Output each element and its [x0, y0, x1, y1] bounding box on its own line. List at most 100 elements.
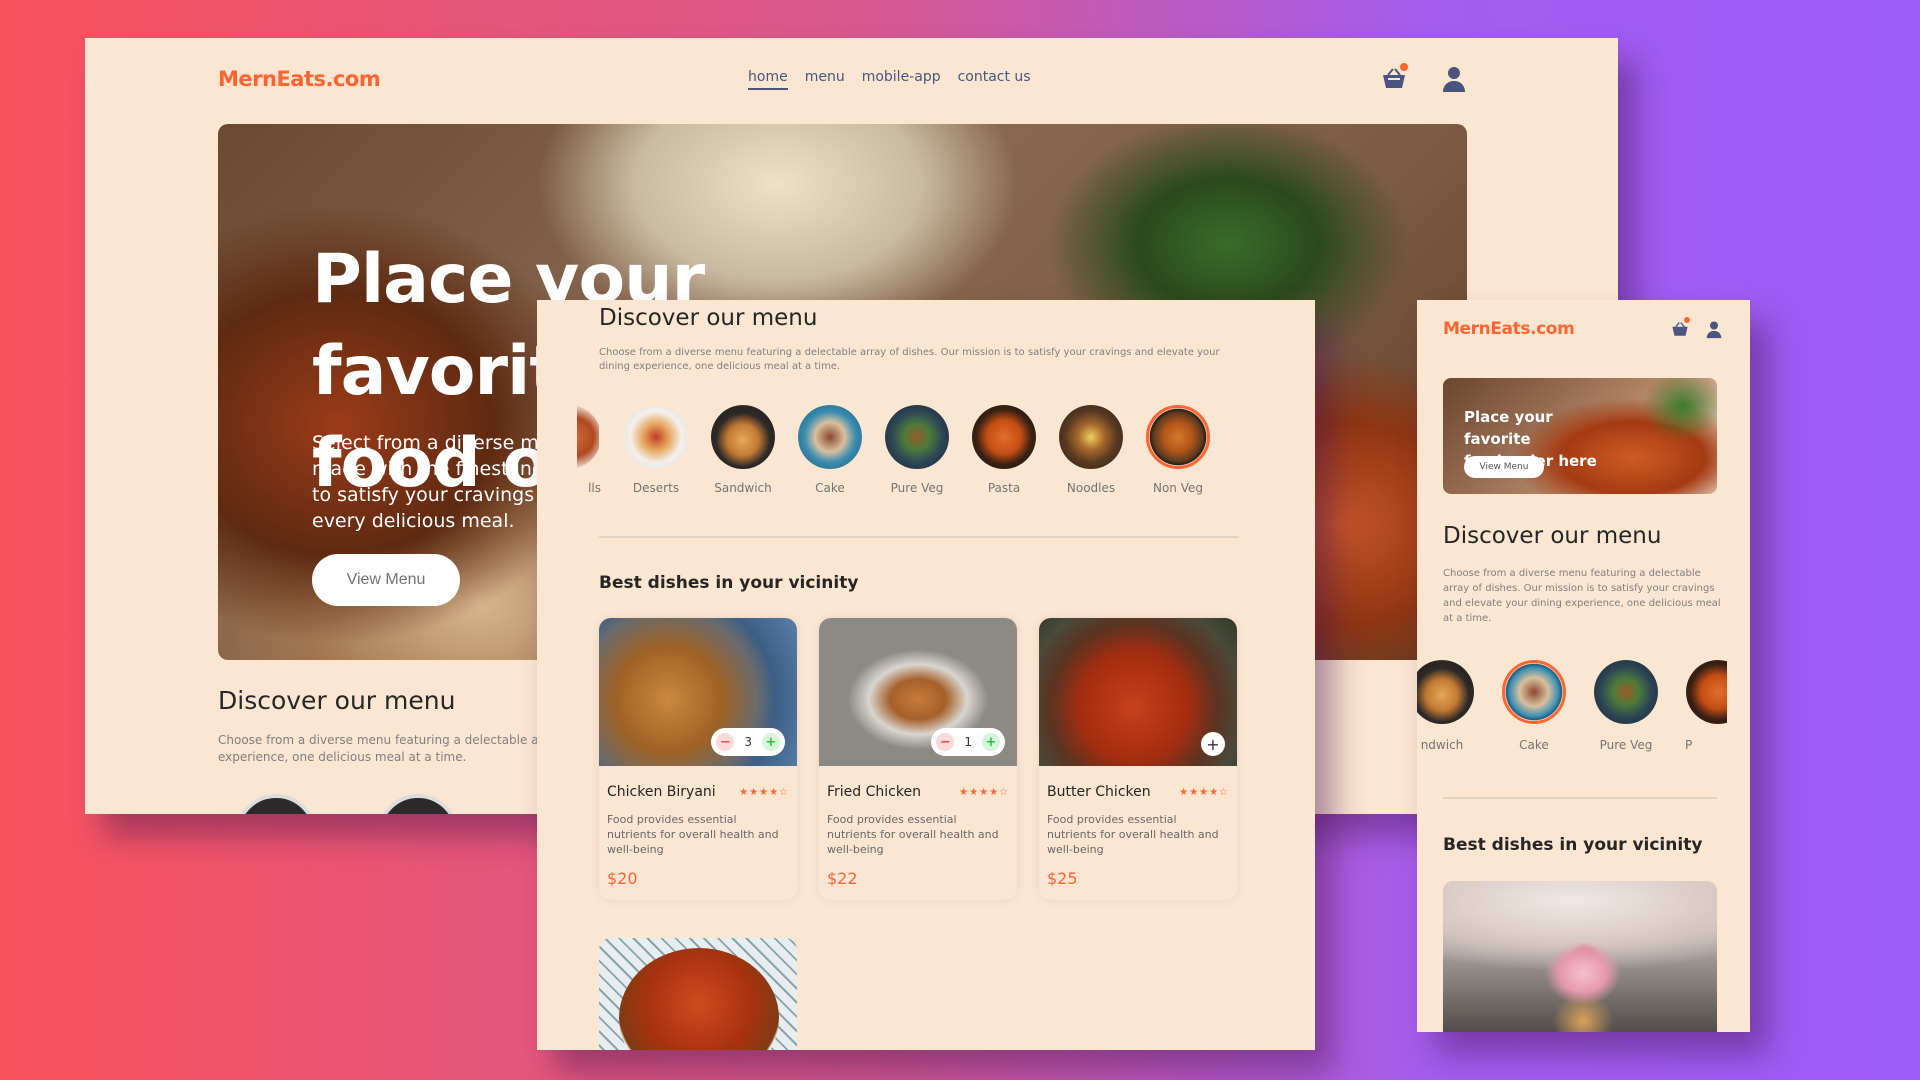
dish-list: − 3 + Chicken Biryani ★★★★☆ Food provide…	[599, 618, 1237, 900]
add-icon[interactable]: +	[1201, 732, 1225, 756]
menu-item-image	[798, 405, 862, 469]
user-icon[interactable]	[1440, 65, 1468, 93]
dish-name: Butter Chicken	[1047, 784, 1151, 800]
nav-link-mobile-app[interactable]: mobile-app	[862, 69, 941, 90]
dish-price: $22	[827, 869, 858, 888]
menu-item-image	[624, 405, 688, 469]
rating-stars-icon: ★★★★☆	[739, 786, 789, 798]
menu-item-non-veg[interactable]: Non Veg	[1146, 405, 1210, 505]
remove-icon[interactable]: −	[716, 733, 735, 751]
dish-card[interactable]: + Butter Chicken ★★★★☆ Food provides ess…	[1039, 618, 1237, 900]
menu-item-label: Sandwich	[714, 481, 772, 495]
divider	[1443, 797, 1717, 799]
menu-item-pure-veg[interactable]: Pure Veg	[1593, 660, 1659, 752]
site-logo[interactable]: MernEats.com	[1443, 319, 1575, 339]
menu-item-sandwich[interactable]: Sandwich	[711, 405, 775, 505]
nav-link-contact-us[interactable]: contact us	[958, 69, 1031, 90]
divider	[599, 536, 1239, 538]
menu-item-label: lls	[588, 481, 601, 495]
dish-card[interactable]	[599, 938, 797, 1050]
remove-icon[interactable]: −	[936, 733, 955, 751]
best-dishes-heading: Best dishes in your vicinity	[1443, 835, 1703, 855]
menu-item-image	[577, 405, 601, 469]
menu-item-cake[interactable]: Cake	[1501, 660, 1567, 752]
add-icon[interactable]: +	[762, 733, 780, 751]
dish-card[interactable]: − 3 + Chicken Biryani ★★★★☆ Food provide…	[599, 618, 797, 900]
menu-item-image	[711, 405, 775, 469]
cart-badge	[1684, 317, 1690, 323]
navbar: MernEats.com home menu mobile-app contac…	[218, 54, 1468, 104]
menu-item-label: P	[1685, 738, 1693, 752]
discover-text: Choose from a diverse menu featuring a d…	[1443, 568, 1721, 624]
nav-link-home[interactable]: home	[748, 69, 788, 90]
menu-item-pasta[interactable]: Pasta	[972, 405, 1036, 505]
menu-item-label: Cake	[1519, 738, 1549, 752]
dish-price: $20	[607, 869, 638, 888]
menu-item-label: Pure Veg	[890, 481, 944, 495]
dish-description: Food provides essential nutrients for ov…	[1047, 813, 1219, 856]
menu-item-rolls[interactable]: lls	[577, 405, 601, 505]
menu-item-label: Pasta	[987, 481, 1021, 495]
discover-text: Choose from a diverse menu featuring a d…	[599, 347, 1220, 372]
dish-description: Food provides essential nutrients for ov…	[607, 813, 779, 856]
cart-badge	[1400, 63, 1408, 71]
menu-list: lls Deserts Sandwich Cake Pure Veg Pasta	[577, 405, 1239, 505]
dish-image: − 1 +	[819, 618, 1017, 766]
rating-stars-icon: ★★★★☆	[959, 786, 1009, 798]
menu-item-label: ndwich	[1420, 738, 1464, 752]
menu-item-image	[1146, 405, 1210, 469]
view-menu-button[interactable]: View Menu	[312, 554, 460, 606]
best-dishes-heading: Best dishes in your vicinity	[599, 573, 859, 593]
hero-banner: Place your favorite food order here View…	[1443, 378, 1717, 494]
menu-item-pure-veg[interactable]: Pure Veg	[885, 405, 949, 505]
menu-item-pasta[interactable]: P	[1685, 660, 1727, 752]
menu-item-image	[1502, 660, 1566, 724]
menu-item-image	[1686, 660, 1727, 724]
dish-description: Food provides essential nutrients for ov…	[827, 813, 999, 856]
menu-item-image	[1059, 405, 1123, 469]
discover-heading: Discover our menu	[599, 305, 818, 331]
navbar: MernEats.com	[1443, 314, 1724, 344]
dish-card[interactable]: − 1 + Fried Chicken ★★★★☆ Food provides …	[819, 618, 1017, 900]
dish-name: Fried Chicken	[827, 784, 921, 800]
menu-item-sandwich[interactable]: ndwich	[1417, 660, 1475, 752]
menu-item-label: Cake	[815, 481, 845, 495]
menu-item-image[interactable]	[235, 794, 317, 814]
menu-item-cake[interactable]: Cake	[798, 405, 862, 505]
dish-card[interactable]	[1443, 881, 1717, 1032]
site-logo[interactable]: MernEats.com	[218, 67, 381, 91]
basket-icon[interactable]	[1670, 317, 1690, 339]
dish-image	[619, 948, 779, 1050]
menu-list: ndwich Cake Pure Veg P	[1417, 660, 1727, 752]
menu-item-label: Noodles	[1066, 481, 1116, 495]
item-count: 1	[964, 735, 972, 749]
menu-item-deserts[interactable]: Deserts	[624, 405, 688, 505]
user-icon[interactable]	[1704, 319, 1724, 339]
menu-item-image	[972, 405, 1036, 469]
add-icon[interactable]: +	[982, 733, 1000, 751]
quantity-stepper[interactable]: − 3 +	[711, 728, 785, 756]
quantity-stepper[interactable]: − 1 +	[931, 728, 1005, 756]
rating-stars-icon: ★★★★☆	[1179, 786, 1229, 798]
menu-item-label: Pure Veg	[1599, 738, 1653, 752]
dish-name: Chicken Biryani	[607, 784, 716, 800]
discover-heading: Discover our menu	[218, 686, 456, 715]
menu-item-image	[885, 405, 949, 469]
menu-item-label: Non Veg	[1152, 481, 1203, 495]
menu-list	[235, 794, 459, 814]
dish-image: − 3 +	[599, 618, 797, 766]
discover-heading: Discover our menu	[1443, 523, 1662, 549]
menu-item-image	[1417, 660, 1474, 724]
tablet-page: Discover our menu Choose from a diverse …	[537, 300, 1315, 1050]
dish-price: $25	[1047, 869, 1078, 888]
basket-icon[interactable]	[1380, 63, 1408, 93]
menu-item-label: Deserts	[632, 481, 680, 495]
nav-link-menu[interactable]: menu	[805, 69, 845, 90]
nav-links: home menu mobile-app contact us	[748, 69, 1031, 90]
dish-image: +	[1039, 618, 1237, 766]
menu-item-noodles[interactable]: Noodles	[1059, 405, 1123, 505]
view-menu-button[interactable]: View Menu	[1464, 456, 1544, 478]
menu-item-image[interactable]	[377, 794, 459, 814]
mobile-page: MernEats.com Place your favorite food or…	[1417, 300, 1750, 1032]
item-count: 3	[744, 735, 752, 749]
